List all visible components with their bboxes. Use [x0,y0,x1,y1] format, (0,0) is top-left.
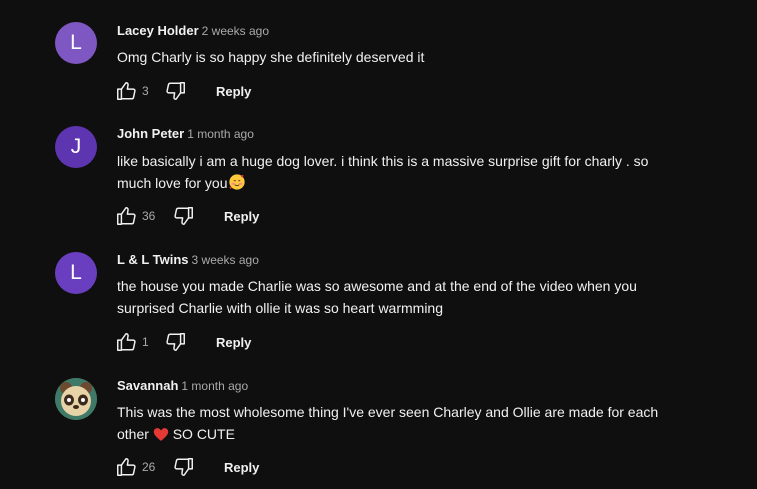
reply-button[interactable]: Reply [224,460,259,475]
comment-actions: 36 Reply [114,204,259,228]
comment-text-line: Omg Charly is so happy she definitely de… [117,49,425,65]
avatar-letter: J [70,135,82,158]
author-name[interactable]: Savannah [117,378,178,393]
red-heart-icon [153,426,169,448]
avatar[interactable]: J [55,126,97,168]
like-icon[interactable] [114,204,138,228]
avatar[interactable]: L [55,22,97,64]
dislike-icon[interactable] [164,330,188,354]
comment-text: the house you made Charlie was so awesom… [117,275,717,319]
comment-header: Savannah 1 month ago [117,378,248,393]
like-count: 36 [142,209,156,223]
avatar-letter: L [70,31,82,54]
comment-actions: 3 Reply [114,79,251,103]
like-count: 26 [142,460,156,474]
comment-text-line-1: like basically i am a huge dog lover. i … [117,153,649,169]
author-name[interactable]: Lacey Holder [117,23,199,38]
smiling-face-with-hearts-icon [228,173,246,197]
dislike-icon[interactable] [172,455,196,479]
reply-button[interactable]: Reply [216,84,251,99]
comment-text-line-2: surprised Charlie with ollie it was so h… [117,300,444,316]
comment-time[interactable]: 1 month ago [187,127,254,141]
comment-header: John Peter 1 month ago [117,126,254,141]
like-icon[interactable] [114,330,138,354]
comment-text: like basically i am a huge dog lover. i … [117,150,717,197]
author-name[interactable]: L & L Twins [117,252,189,267]
comment-text-line-2: much love for you [117,175,228,191]
avatar[interactable]: L [55,252,97,294]
comment-text-line-1: This was the most wholesome thing I've e… [117,404,659,420]
author-name[interactable]: John Peter [117,126,184,141]
comment-text: Omg Charly is so happy she definitely de… [117,46,717,68]
comment-time[interactable]: 1 month ago [181,379,248,393]
avatar-letter: L [70,261,82,284]
like-count: 3 [142,84,149,98]
comment-actions: 1 Reply [114,330,251,354]
comment-header: L & L Twins 3 weeks ago [117,252,259,267]
comment-text-line-2a: other [117,426,149,442]
like-icon[interactable] [114,455,138,479]
comment-time[interactable]: 2 weeks ago [202,24,269,38]
dislike-icon[interactable] [164,79,188,103]
comment-actions: 26 Reply [114,455,259,479]
panda-avatar-icon[interactable] [55,378,97,420]
reply-button[interactable]: Reply [216,335,251,350]
like-count: 1 [142,335,149,349]
dislike-icon[interactable] [172,204,196,228]
comment-text: This was the most wholesome thing I've e… [117,401,717,448]
reply-button[interactable]: Reply [224,209,259,224]
like-icon[interactable] [114,79,138,103]
comment-text-line-2b: SO CUTE [172,426,235,442]
comment-header: Lacey Holder 2 weeks ago [117,23,269,38]
comment-time[interactable]: 3 weeks ago [192,253,259,267]
comment-text-line-1: the house you made Charlie was so awesom… [117,278,637,294]
